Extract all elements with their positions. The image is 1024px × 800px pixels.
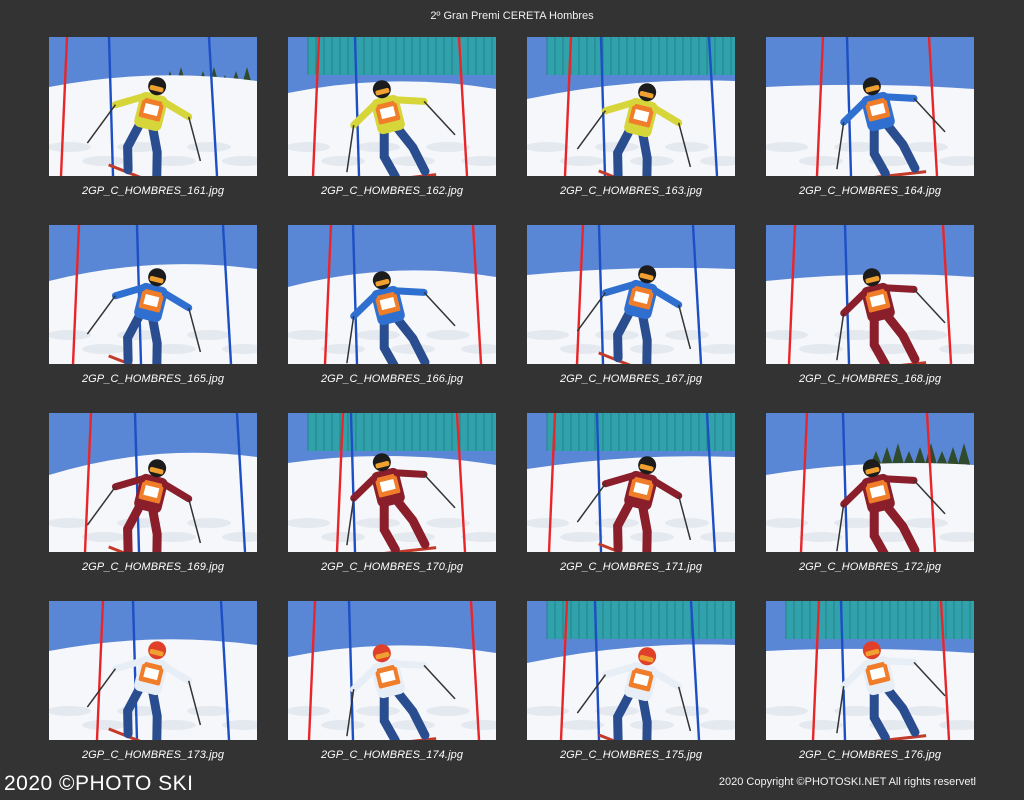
- photo-filename: 2GP_C_HOMBRES_173.jpg: [81, 749, 225, 761]
- ski-photo-thumbnail[interactable]: [49, 601, 257, 740]
- ski-photo-image: [288, 601, 496, 740]
- ski-photo-image: [49, 37, 257, 176]
- ski-photo-thumbnail[interactable]: [49, 413, 257, 552]
- thumbnail-cell[interactable]: 2GP_C_HOMBRES_165.jpg: [49, 225, 257, 413]
- contact-sheet-title: 2º Gran Premi CERETA Hombres: [430, 10, 594, 22]
- ski-photo-thumbnail[interactable]: [288, 601, 496, 740]
- ski-photo-thumbnail[interactable]: [288, 413, 496, 552]
- thumbnail-cell[interactable]: 2GP_C_HOMBRES_173.jpg: [49, 601, 257, 789]
- thumbnail-cell[interactable]: 2GP_C_HOMBRES_172.jpg: [766, 413, 974, 601]
- photo-filename: 2GP_C_HOMBRES_163.jpg: [559, 185, 703, 197]
- photo-filename: 2GP_C_HOMBRES_169.jpg: [81, 561, 225, 573]
- photo-filename: 2GP_C_HOMBRES_175.jpg: [559, 749, 703, 761]
- ski-photo-image: [288, 413, 496, 552]
- ski-photo-thumbnail[interactable]: [766, 413, 974, 552]
- ski-photo-thumbnail[interactable]: [527, 413, 735, 552]
- ski-photo-image: [49, 413, 257, 552]
- thumbnail-cell[interactable]: 2GP_C_HOMBRES_171.jpg: [527, 413, 735, 601]
- ski-photo-thumbnail[interactable]: [288, 37, 496, 176]
- ski-photo-image: [49, 601, 257, 740]
- photo-filename: 2GP_C_HOMBRES_168.jpg: [798, 373, 942, 385]
- thumbnail-cell[interactable]: 2GP_C_HOMBRES_170.jpg: [288, 413, 496, 601]
- ski-photo-thumbnail[interactable]: [766, 601, 974, 740]
- ski-photo-image: [766, 413, 974, 552]
- ski-photo-image: [527, 601, 735, 740]
- thumbnail-cell[interactable]: 2GP_C_HOMBRES_169.jpg: [49, 413, 257, 601]
- photo-filename: 2GP_C_HOMBRES_166.jpg: [320, 373, 464, 385]
- photo-filename: 2GP_C_HOMBRES_161.jpg: [81, 185, 225, 197]
- photo-filename: 2GP_C_HOMBRES_164.jpg: [798, 185, 942, 197]
- ski-photo-image: [527, 225, 735, 364]
- ski-photo-image: [288, 37, 496, 176]
- thumbnail-cell[interactable]: 2GP_C_HOMBRES_162.jpg: [288, 37, 496, 225]
- ski-photo-thumbnail[interactable]: [49, 37, 257, 176]
- ski-photo-image: [766, 37, 974, 176]
- ski-photo-thumbnail[interactable]: [766, 37, 974, 176]
- thumbnail-cell[interactable]: 2GP_C_HOMBRES_174.jpg: [288, 601, 496, 789]
- ski-photo-image: [527, 37, 735, 176]
- thumbnail-cell[interactable]: 2GP_C_HOMBRES_167.jpg: [527, 225, 735, 413]
- photo-filename: 2GP_C_HOMBRES_170.jpg: [320, 561, 464, 573]
- photo-filename: 2GP_C_HOMBRES_172.jpg: [798, 561, 942, 573]
- ski-photo-image: [49, 225, 257, 364]
- thumbnail-cell[interactable]: 2GP_C_HOMBRES_163.jpg: [527, 37, 735, 225]
- thumbnail-cell[interactable]: 2GP_C_HOMBRES_164.jpg: [766, 37, 974, 225]
- thumbnail-grid: 2GP_C_HOMBRES_161.jpg 2GP_C_HOMBRES_162.j…: [49, 37, 974, 789]
- copyright-notice: 2020 Copyright ©PHOTOSKI.NET All rights …: [718, 776, 976, 788]
- thumbnail-cell[interactable]: 2GP_C_HOMBRES_176.jpg: [766, 601, 974, 789]
- photo-filename: 2GP_C_HOMBRES_167.jpg: [559, 373, 703, 385]
- thumbnail-cell[interactable]: 2GP_C_HOMBRES_175.jpg: [527, 601, 735, 789]
- ski-photo-image: [766, 601, 974, 740]
- ski-photo-thumbnail[interactable]: [527, 225, 735, 364]
- photo-filename: 2GP_C_HOMBRES_162.jpg: [320, 185, 464, 197]
- photo-filename: 2GP_C_HOMBRES_165.jpg: [81, 373, 225, 385]
- ski-photo-thumbnail[interactable]: [49, 225, 257, 364]
- ski-photo-thumbnail[interactable]: [766, 225, 974, 364]
- thumbnail-cell[interactable]: 2GP_C_HOMBRES_166.jpg: [288, 225, 496, 413]
- photo-filename: 2GP_C_HOMBRES_171.jpg: [559, 561, 703, 573]
- ski-photo-image: [527, 413, 735, 552]
- photo-filename: 2GP_C_HOMBRES_174.jpg: [320, 749, 464, 761]
- ski-photo-image: [766, 225, 974, 364]
- ski-photo-thumbnail[interactable]: [527, 37, 735, 176]
- thumbnail-cell[interactable]: 2GP_C_HOMBRES_168.jpg: [766, 225, 974, 413]
- photo-filename: 2GP_C_HOMBRES_176.jpg: [798, 749, 942, 761]
- ski-photo-thumbnail[interactable]: [288, 225, 496, 364]
- thumbnail-cell[interactable]: 2GP_C_HOMBRES_161.jpg: [49, 37, 257, 225]
- ski-photo-image: [288, 225, 496, 364]
- watermark: 2020 ©PHOTO SKI: [4, 772, 194, 795]
- ski-photo-thumbnail[interactable]: [527, 601, 735, 740]
